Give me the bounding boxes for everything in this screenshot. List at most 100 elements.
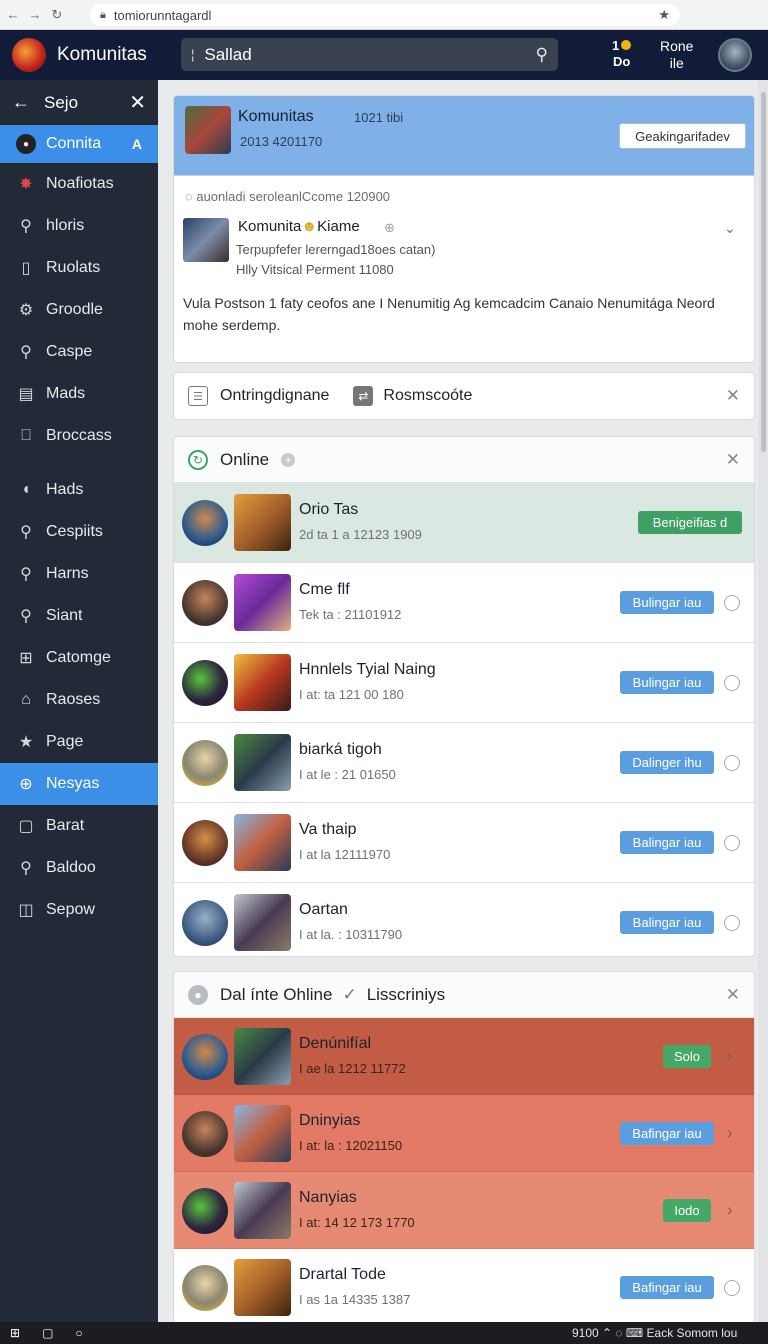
sidebar-item[interactable]: ⚲ Harns <box>0 553 158 595</box>
game-thumbnail[interactable] <box>234 654 291 711</box>
friend-action-button[interactable]: Solo <box>663 1045 711 1068</box>
sidebar-item[interactable]: ★ Page <box>0 721 158 763</box>
game-title[interactable]: Komunita☻Kiame <box>238 218 360 235</box>
friend-action-button[interactable]: Balingar iau <box>620 831 714 854</box>
friend-avatar[interactable] <box>182 1188 228 1234</box>
friend-row[interactable]: Oartan I at la. : 10311790 Balingar iau <box>174 883 754 956</box>
back-arrow-icon[interactable]: ← <box>12 92 30 113</box>
game-thumbnail[interactable] <box>234 1259 291 1316</box>
chevron-right-icon[interactable]: › <box>727 1200 733 1220</box>
friend-row[interactable]: Denúnifíal I ae la 1212 11772 Solo › <box>174 1018 754 1095</box>
game-thumbnail[interactable] <box>234 814 291 871</box>
friend-row[interactable]: Cme flf Tek ta : 21101912 Bulingar iau <box>174 563 754 643</box>
sidebar: ← Sejo ✕ ● Connita A ✸ Noafiotas ⚲ hloris ▯ Ruol… <box>0 80 158 1322</box>
game-thumbnail[interactable] <box>234 574 291 631</box>
sidebar-item-label: Groodle <box>46 301 103 318</box>
friend-row[interactable]: Dninyias I at: la : 12021150 Bafingar iau › <box>174 1095 754 1172</box>
sidebar-item[interactable]: ▢ Barat <box>0 805 158 847</box>
sidebar-item[interactable]: ⚲ Baldoo <box>0 847 158 889</box>
bookmark-star-icon[interactable]: ★ <box>658 7 670 23</box>
friend-action-button[interactable]: Bafingar iau <box>620 1276 714 1299</box>
friend-action-button[interactable]: Bulingar iau <box>620 591 714 614</box>
game-thumbnail[interactable] <box>234 1182 291 1239</box>
add-icon[interactable]: + <box>281 452 296 467</box>
friend-action-button[interactable]: Iodo <box>663 1199 711 1222</box>
select-radio[interactable] <box>724 595 740 611</box>
friend-avatar[interactable] <box>182 660 228 706</box>
game-thumbnail[interactable] <box>234 494 291 551</box>
search-input[interactable]: ¦ Sallad ⚲ <box>181 38 558 71</box>
friend-row[interactable]: Hnnlels Tyial Naing I at: ta 121 00 180 Bu… <box>174 643 754 723</box>
select-radio[interactable] <box>724 915 740 931</box>
sidebar-item[interactable]: ⚲ hloris <box>0 205 158 247</box>
filter-label-1[interactable]: Ontringdignane <box>220 387 329 405</box>
friend-avatar[interactable] <box>182 500 228 546</box>
game-thumbnail[interactable] <box>234 894 291 951</box>
friend-row[interactable]: Va thaip I at la 12111970 Balingar iau <box>174 803 754 883</box>
sidebar-item[interactable]: ⊕ Nesyas <box>0 763 158 805</box>
friend-avatar[interactable] <box>182 820 228 866</box>
chevron-right-icon[interactable]: › <box>727 1123 733 1143</box>
close-icon[interactable]: ✕ <box>129 90 146 115</box>
friend-avatar[interactable] <box>182 900 228 946</box>
select-radio[interactable] <box>724 755 740 771</box>
sidebar-item[interactable]: ⎕ Broccass <box>0 415 158 457</box>
sidebar-item[interactable]: ⚲ Cespiits <box>0 511 158 553</box>
game-thumbnail[interactable] <box>234 1105 291 1162</box>
friend-avatar[interactable] <box>182 1111 228 1157</box>
close-icon[interactable]: ✕ <box>726 985 740 1005</box>
sidebar-item[interactable]: ▯ Ruolats <box>0 247 158 289</box>
friend-action-button[interactable]: Bulingar iau <box>620 671 714 694</box>
forward-arrow-icon[interactable]: → <box>24 7 46 22</box>
follow-button[interactable]: Geakingarifadev <box>619 123 746 149</box>
friend-avatar[interactable] <box>182 740 228 786</box>
close-icon[interactable]: ✕ <box>726 386 740 406</box>
sidebar-item[interactable]: ⚲ Siant <box>0 595 158 637</box>
chevron-right-icon[interactable]: › <box>727 1046 733 1066</box>
user-avatar[interactable] <box>718 38 752 72</box>
friend-action-button[interactable]: Dalinger ihu <box>620 751 714 774</box>
offline-title-2[interactable]: Lisscriniys <box>367 985 445 1005</box>
friend-action-button[interactable]: Benigeifias d <box>638 511 742 534</box>
sidebar-item[interactable]: ◖ Hads <box>0 469 158 511</box>
add-circle-icon[interactable]: ⊕ <box>384 220 395 236</box>
game-thumbnail[interactable] <box>234 1028 291 1085</box>
sidebar-item[interactable]: ● Connita A <box>0 125 158 163</box>
coin-counter[interactable]: 1 Do <box>612 38 632 70</box>
chevron-down-icon[interactable]: ⌄ <box>724 220 736 237</box>
sidebar-item[interactable]: ⌂ Raoses <box>0 679 158 721</box>
game-thumbnail[interactable] <box>234 734 291 791</box>
game-thumbnail[interactable] <box>183 218 229 262</box>
sidebar-item[interactable]: ▤ Mads <box>0 373 158 415</box>
back-arrow-icon[interactable]: ← <box>2 7 24 22</box>
friend-avatar[interactable] <box>182 580 228 626</box>
friend-row[interactable]: biarká tigoh I at le : 21 01650 Dalinger i… <box>174 723 754 803</box>
address-bar[interactable]: 🔒︎ tomiorunntagardl ★ <box>90 4 680 26</box>
select-radio[interactable] <box>724 675 740 691</box>
friend-action-button[interactable]: Bafingar iau <box>620 1122 714 1145</box>
sidebar-item[interactable]: ⚙ Groodle <box>0 289 158 331</box>
search-circle-icon[interactable]: ○ <box>75 1326 82 1340</box>
friend-action-button[interactable]: Balingar iau <box>620 911 714 934</box>
filter-label-2[interactable]: Rosmscoóte <box>383 387 472 405</box>
scrollbar-thumb[interactable] <box>761 92 766 452</box>
select-radio[interactable] <box>724 835 740 851</box>
close-icon[interactable]: ✕ <box>726 450 740 470</box>
task-view-icon[interactable]: ▢ <box>42 1326 53 1340</box>
group-thumbnail[interactable] <box>185 106 231 154</box>
sidebar-item[interactable]: ◫ Sepow <box>0 889 158 931</box>
friend-row[interactable]: Orio Tas 2d ta 1 a 12123 1909 Benigeifias … <box>174 483 754 563</box>
sidebar-item[interactable]: ⊞ Catomge <box>0 637 158 679</box>
sidebar-item[interactable]: ⚲ Caspe <box>0 331 158 373</box>
sidebar-item[interactable]: ✸ Noafiotas <box>0 163 158 205</box>
user-menu[interactable]: Rone ile <box>660 38 693 72</box>
app-logo[interactable] <box>12 38 46 72</box>
friend-avatar[interactable] <box>182 1034 228 1080</box>
friend-row[interactable]: Drartal Tode I as 1a 14335 1387 Bafingar i… <box>174 1249 754 1322</box>
reload-icon[interactable]: ↻ <box>46 7 68 23</box>
select-radio[interactable] <box>724 1280 740 1296</box>
friend-row[interactable]: Nanyias I at: 14 12 173 1770 Iodo › <box>174 1172 754 1249</box>
windows-start-icon[interactable]: ⊞ <box>10 1326 20 1340</box>
search-icon[interactable]: ⚲ <box>536 45 548 65</box>
friend-avatar[interactable] <box>182 1265 228 1311</box>
